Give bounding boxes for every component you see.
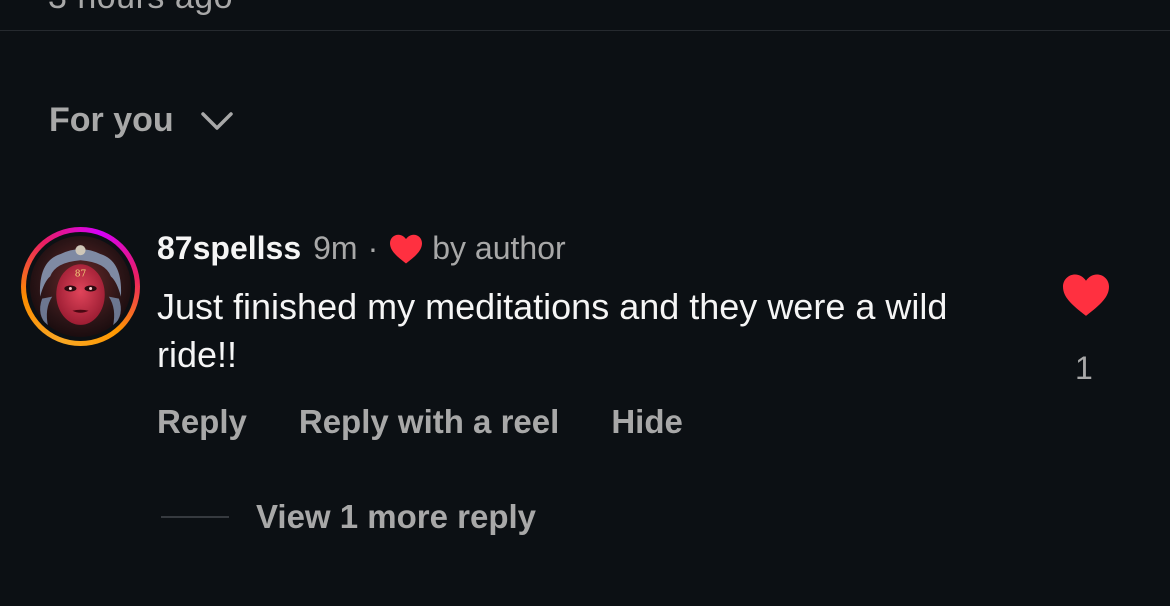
comment-time: 9m xyxy=(313,230,358,266)
previous-comment-timestamp: 3 hours ago xyxy=(48,0,233,17)
like-button[interactable] xyxy=(1060,272,1112,318)
liked-by-author-label: by author xyxy=(432,230,566,266)
replies-indicator-line xyxy=(161,516,229,518)
comment-body: Just finished my meditations and they we… xyxy=(157,286,948,375)
comment-header: 87spellss 9m · by author xyxy=(157,230,566,267)
comment-username[interactable]: 87spellss xyxy=(157,230,301,267)
avatar-number: 87 xyxy=(75,269,87,279)
avatar-frame: 87 xyxy=(26,232,135,341)
reply-with-reel-button[interactable]: Reply with a reel xyxy=(299,403,559,441)
meta-separator: · xyxy=(367,230,379,266)
view-more-replies-button[interactable]: View 1 more reply xyxy=(161,498,536,536)
heart-icon xyxy=(1063,274,1109,316)
heart-icon xyxy=(388,233,424,265)
comments-screen: 3 hours ago For you xyxy=(0,0,1170,606)
view-more-replies-label: View 1 more reply xyxy=(256,498,537,535)
reply-button[interactable]: Reply xyxy=(157,403,247,441)
sort-label: For you xyxy=(49,101,174,139)
comment-actions: Reply Reply with a reel Hide xyxy=(157,403,683,441)
hide-button[interactable]: Hide xyxy=(611,403,683,441)
avatar-story-ring[interactable]: 87 xyxy=(21,227,140,346)
comment-sort-dropdown[interactable]: For you xyxy=(49,101,234,140)
like-count[interactable]: 1 xyxy=(1075,350,1093,387)
chevron-down-icon xyxy=(200,110,234,132)
avatar: 87 xyxy=(30,236,131,337)
section-divider xyxy=(0,30,1170,31)
